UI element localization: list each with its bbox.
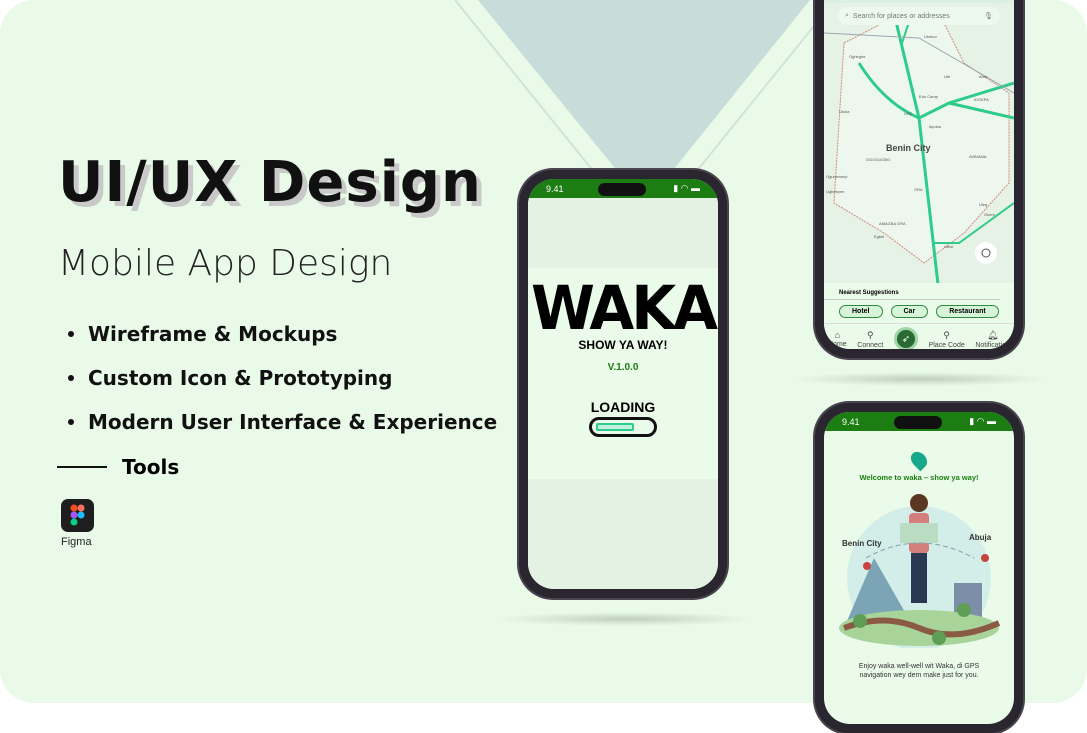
page-title: UI/UX Design <box>58 150 482 215</box>
camera-notch <box>598 183 646 196</box>
phone-shadow <box>790 372 1050 386</box>
page-subtitle: Mobile App Design <box>58 243 393 284</box>
search-icon: ⌕ <box>845 12 849 19</box>
app-logo-icon <box>907 448 931 472</box>
nav-home[interactable]: ⌂ Home <box>828 330 847 348</box>
bottom-nav: ⌂ Home ⚲ Connect ➶ ⚲ Place Code 🔔︎ Notificat… <box>824 324 1014 349</box>
map-place-label: OGOGUGBO <box>866 157 890 162</box>
tools-label: Tools <box>122 455 180 479</box>
version: V.1.0.0 <box>607 362 639 373</box>
camera-notch <box>894 416 942 429</box>
map-place-label: Utesi <box>944 244 953 249</box>
welcome-body: Enjoy waka well-well wit Waka, di GPS na… <box>858 663 980 680</box>
map-place-label: Uleg <box>979 202 987 207</box>
map-place-label: Ikpoba <box>929 124 942 129</box>
map-place-label: Ogheghe <box>849 54 866 59</box>
nav-place-code[interactable]: ⚲ Place Code <box>929 330 965 349</box>
map-view[interactable]: Benin City EkiadolorUhekorOghegheUteAnor… <box>824 3 1014 283</box>
waka-logo: WAKA <box>530 272 718 344</box>
mic-icon[interactable]: 🎙 <box>984 12 993 20</box>
map-place-label: IDOKPA <box>974 97 989 102</box>
section-title: Nearest Suggestions <box>824 283 1000 300</box>
compass-icon: ➶ <box>893 327 918 349</box>
map-city-label: Benin City <box>886 143 931 153</box>
search-bar[interactable]: ⌕ Search for places or addresses 🎙 <box>838 7 1000 25</box>
origin-label: Benin City <box>842 539 882 548</box>
phone-map: Benin City EkiadolorUhekorOghegheUteAnor… <box>815 0 1023 358</box>
map-place-label: Ohere <box>984 212 996 217</box>
nav-label: Place Code <box>928 341 965 349</box>
map-place-label: AVBIAMA <box>969 154 987 159</box>
loading-progress-bar <box>589 417 657 437</box>
phone-shadow <box>495 612 755 626</box>
map-place-label: Ogurunweyi <box>826 174 847 179</box>
connect-icon: ⚲ <box>867 329 874 340</box>
nav-label: Notification <box>975 341 1010 349</box>
map-place-label: Ugbekpen <box>826 189 844 194</box>
loading-label: LOADING <box>590 399 656 415</box>
traveler-illustration: Benin City Abuja <box>839 494 1001 648</box>
feature-item: Custom Icon & Prototyping <box>68 356 497 400</box>
search-input[interactable]: Search for places or addresses <box>853 13 980 20</box>
nav-connect[interactable]: ⚲ Connect <box>857 330 883 349</box>
nav-notification[interactable]: 🔔︎ Notification <box>975 330 1010 349</box>
feature-item: Modern User Interface & Experience <box>68 400 497 444</box>
home-icon: ⌂ <box>834 330 841 340</box>
figma-icon <box>61 499 94 532</box>
map-pin-icon <box>981 554 989 562</box>
map-place-label: Edo Camp <box>919 94 939 99</box>
destination-label: Abuja <box>969 533 992 542</box>
map-place-label: Anor <box>979 74 988 79</box>
nav-compass-button[interactable]: ➶ <box>893 327 918 349</box>
nav-label: Connect <box>857 341 884 349</box>
map-pin-icon <box>863 562 871 570</box>
signal-wifi-battery-icon: ▮ ◠ ▬ <box>673 183 700 193</box>
locate-me-button[interactable] <box>975 242 997 264</box>
welcome-heading: Welcome to waka – show ya way! <box>859 473 979 482</box>
figma-label: Figma <box>61 536 92 548</box>
phone-welcome: 9.41 ▮ ◠ ▬ Welcome to waka – show ya way!… <box>815 403 1023 733</box>
map-place-label: Ute <box>944 74 951 79</box>
map-place-label: Utoka <box>839 109 850 114</box>
chip-hotel[interactable]: Hotel <box>839 305 883 318</box>
tools-heading: Tools <box>57 455 179 479</box>
signal-wifi-battery-icon: ▮ ◠ ▬ <box>969 416 996 426</box>
status-time: 9.41 <box>842 416 860 427</box>
feature-item: Wireframe & Mockups <box>68 312 497 356</box>
divider <box>57 466 107 468</box>
feature-list: Wireframe & Mockups Custom Icon & Protot… <box>68 312 497 444</box>
pin-icon: ⚲ <box>943 329 950 340</box>
phone-loading: 9.41 ▮ ◠ ▬ WAKA SHOW YA WAY! V.1.0.0 LOAD… <box>519 170 727 598</box>
map-place-label: Uhekor <box>924 34 938 39</box>
status-time: 9.41 <box>546 183 564 194</box>
bell-icon: 🔔︎ <box>986 329 999 340</box>
map-place-label: ORA <box>914 187 923 192</box>
chip-restaurant[interactable]: Restaurant <box>936 305 999 318</box>
nav-label: Home <box>828 341 847 348</box>
map-place-label: USE <box>904 111 913 116</box>
chip-car[interactable]: Car <box>890 305 929 318</box>
map-place-label: Egbiri <box>874 234 884 239</box>
map-place-label: AMAGBA GRA <box>879 221 906 226</box>
